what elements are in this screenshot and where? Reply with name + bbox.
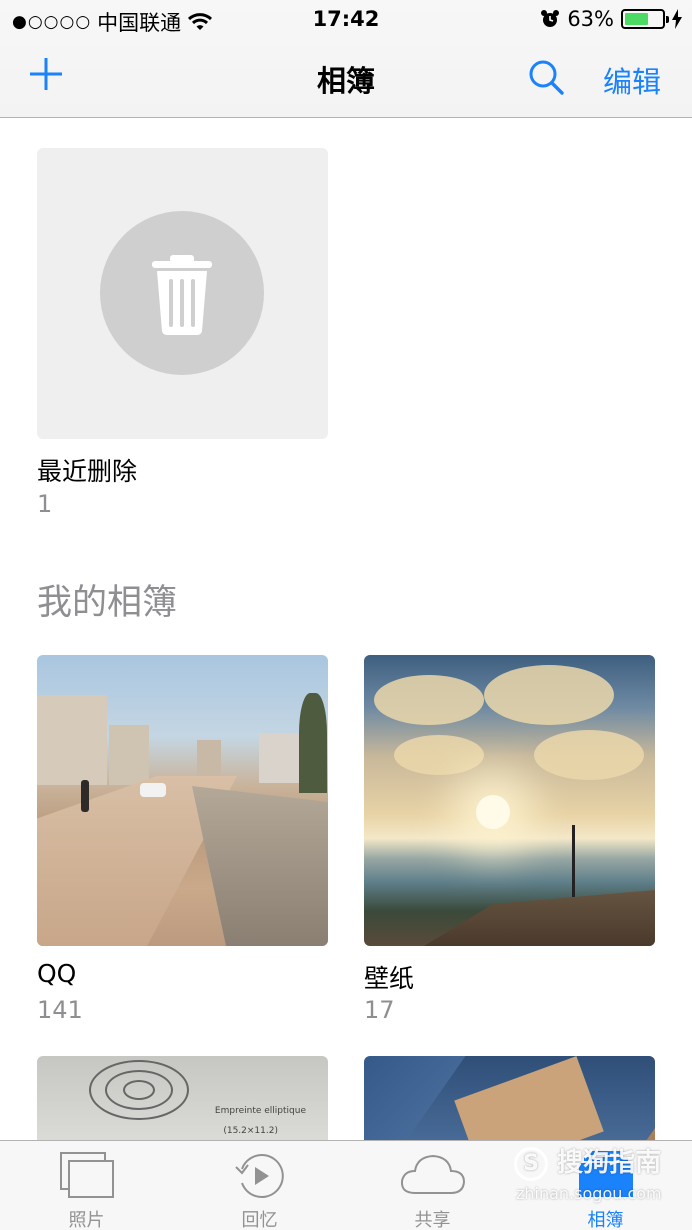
battery-level (625, 13, 648, 25)
lamp-post-photo-element (572, 825, 575, 897)
album-qq[interactable]: QQ 141 (37, 655, 328, 1027)
album-wallpaper[interactable]: 壁纸 17 (364, 655, 655, 1027)
tab-label: 回忆 (241, 1210, 278, 1230)
album-count: 17 (364, 996, 395, 1024)
plus-icon[interactable] (28, 56, 64, 92)
ellipse-drawing (123, 1080, 155, 1100)
tab-label: 照片 (68, 1210, 105, 1230)
tab-memories[interactable]: 回忆 (173, 1141, 346, 1230)
section-title-my-albums: 我的相簿 (37, 583, 178, 623)
top-bar: ●○○○○ 中国联通 17:42 63% 相簿 编辑 (0, 0, 692, 118)
tab-label: 共享 (414, 1210, 451, 1230)
status-right: 63% (540, 7, 682, 31)
tab-albums[interactable]: 相簿 (519, 1141, 692, 1230)
cloud-icon (400, 1154, 465, 1194)
album-thumbnail-partial[interactable]: Empreinte elliptique (15.2×11.2) (37, 1056, 328, 1146)
navigation-bar: 相簿 编辑 (0, 40, 692, 118)
album-thumbnail[interactable] (37, 148, 328, 439)
battery-icon (621, 9, 669, 29)
album-recently-deleted[interactable]: 最近删除 1 (37, 148, 328, 518)
building-photo-element (197, 740, 221, 780)
albums-icon (578, 1151, 633, 1197)
album-count: 1 (37, 490, 53, 518)
album-thumbnail[interactable] (37, 655, 328, 946)
status-bar: ●○○○○ 中国联通 17:42 63% (0, 0, 692, 40)
tab-label: 相簿 (587, 1210, 624, 1230)
photos-icon (59, 1152, 114, 1198)
building-photo-element (37, 695, 107, 785)
cloud-photo-element (394, 735, 484, 775)
tree-photo-element (299, 693, 327, 793)
trash-circle (100, 211, 264, 375)
album-name: 最近删除 (37, 457, 138, 486)
cloud-photo-element (534, 730, 644, 780)
album-name: 壁纸 (364, 964, 415, 993)
drawing-caption-sub: (15.2×11.2) (223, 1126, 278, 1136)
album-name: QQ (37, 959, 77, 988)
memories-icon (234, 1154, 284, 1198)
cloud-photo-element (374, 675, 484, 725)
car-photo-element (140, 783, 166, 797)
search-icon[interactable] (526, 58, 566, 98)
drawing-caption: Empreinte elliptique (214, 1106, 306, 1116)
charging-bolt-icon (672, 9, 682, 29)
sun-photo-element (476, 795, 510, 829)
battery-tip (666, 16, 669, 23)
alarm-icon (541, 10, 560, 27)
shore-photo-element (424, 890, 655, 946)
trash-icon (152, 255, 212, 335)
album-count: 141 (37, 996, 83, 1024)
page-title: 相簿 (316, 64, 375, 98)
battery-percent: 63% (567, 7, 614, 31)
edit-button[interactable]: 编辑 (603, 59, 661, 101)
tab-photos[interactable]: 照片 (0, 1141, 173, 1230)
album-thumbnail[interactable] (364, 655, 655, 946)
cloud-photo-element (484, 665, 614, 725)
person-photo-element (81, 780, 89, 812)
building-photo-element (109, 725, 149, 785)
tab-shared[interactable]: 共享 (346, 1141, 519, 1230)
tab-bar: 照片 回忆 共享 相簿 (0, 1140, 692, 1230)
album-thumbnail-partial[interactable] (364, 1056, 655, 1146)
